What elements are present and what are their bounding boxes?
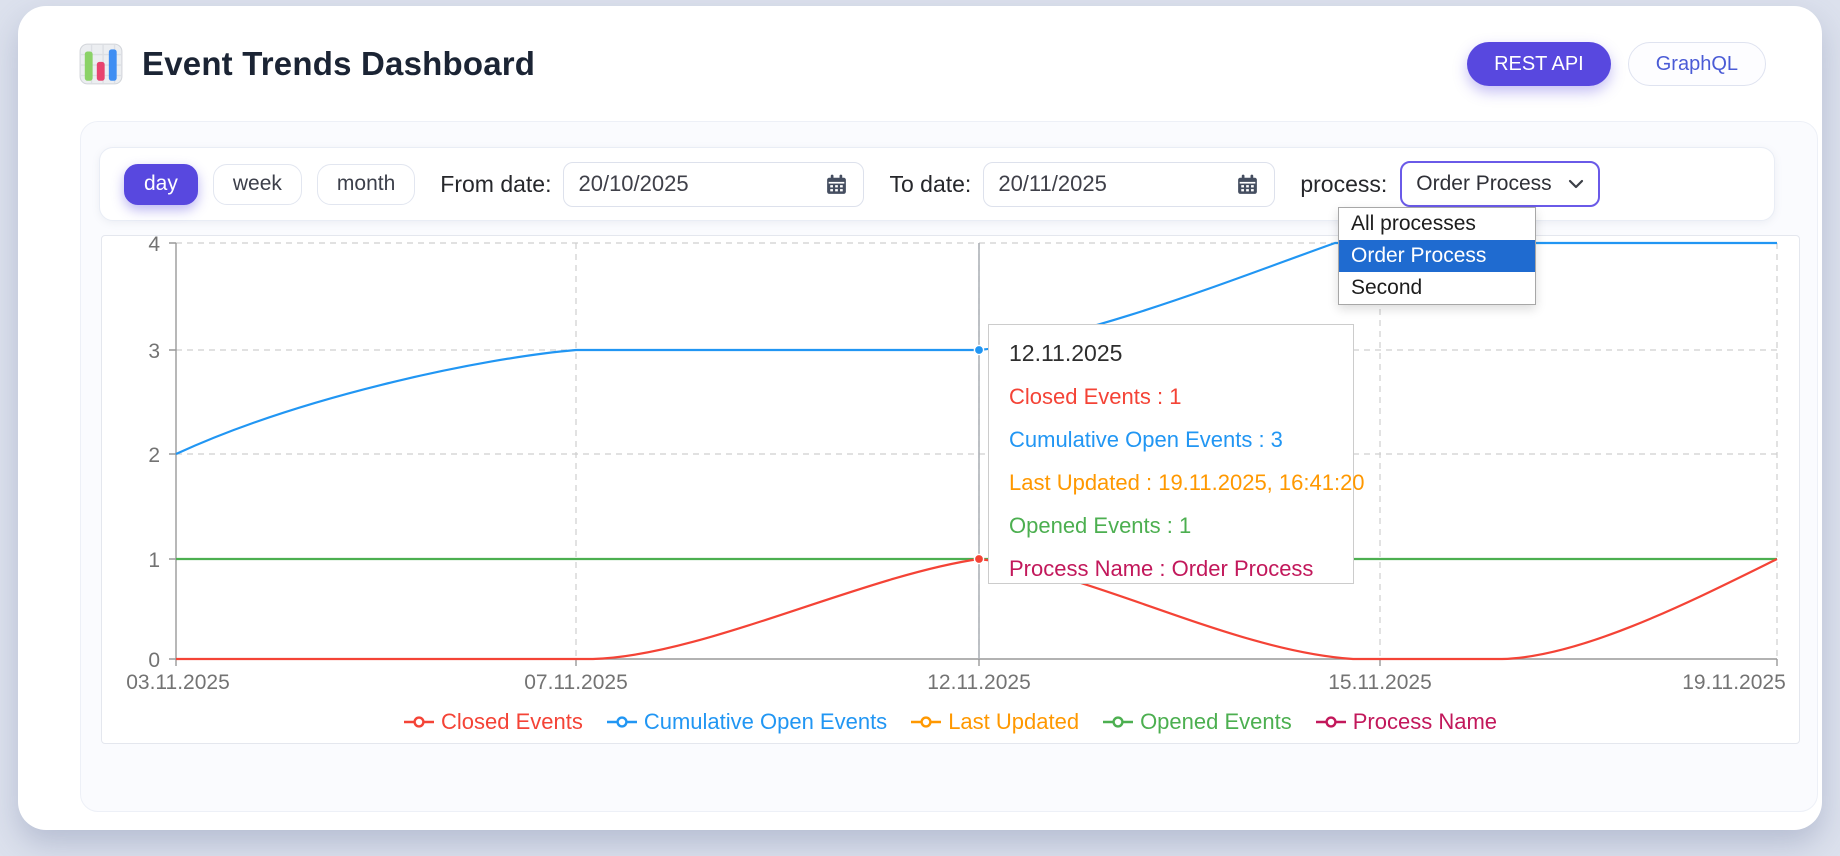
legend-item-cumulative-open-events[interactable]: Cumulative Open Events	[607, 709, 887, 735]
page-title: Event Trends Dashboard	[142, 45, 535, 83]
legend-label: Last Updated	[948, 709, 1079, 735]
legend-item-closed-events[interactable]: Closed Events	[404, 709, 583, 735]
header: Event Trends Dashboard REST API GraphQL	[78, 38, 1766, 90]
graphql-button[interactable]: GraphQL	[1628, 42, 1766, 86]
line-marker-icon	[1103, 716, 1133, 728]
to-date-value: 20/11/2025	[998, 171, 1223, 197]
legend-item-process-name[interactable]: Process Name	[1316, 709, 1497, 735]
closed-events-line	[176, 559, 1777, 659]
chart-panel: 4 3 2 1 0 03.11.2025 07.11.2025 12.11.20…	[101, 235, 1800, 744]
process-option-order-process[interactable]: Order Process	[1339, 240, 1535, 272]
legend-label: Closed Events	[441, 709, 583, 735]
grid-lines	[176, 243, 1777, 659]
legend-label: Cumulative Open Events	[644, 709, 887, 735]
svg-text:3: 3	[148, 340, 160, 363]
dashboard-container: day week month From date: 20/10/2025 To …	[80, 121, 1818, 812]
chart-tooltip: 12.11.2025 Closed Events : 1 Cumulative …	[988, 324, 1354, 584]
tooltip-row-last-updated: Last Updated : 19.11.2025, 16:41:20	[1009, 470, 1333, 496]
process-select-value: Order Process	[1416, 172, 1568, 196]
from-date-input[interactable]: 20/10/2025	[563, 162, 864, 207]
chart-legend: Closed Events Cumulative Open Events Las…	[102, 709, 1799, 735]
svg-text:19.11.2025: 19.11.2025	[1682, 671, 1786, 694]
granularity-month-button[interactable]: month	[317, 164, 415, 205]
line-marker-icon	[404, 716, 434, 728]
rest-api-button[interactable]: REST API	[1467, 42, 1611, 86]
granularity-day-button[interactable]: day	[124, 164, 198, 205]
svg-text:07.11.2025: 07.11.2025	[524, 671, 628, 694]
legend-item-last-updated[interactable]: Last Updated	[911, 709, 1079, 735]
svg-text:15.11.2025: 15.11.2025	[1328, 671, 1432, 694]
process-label: process:	[1300, 171, 1387, 198]
to-date-input[interactable]: 20/11/2025	[983, 162, 1275, 207]
chevron-down-icon	[1568, 179, 1584, 189]
svg-text:12.11.2025: 12.11.2025	[927, 671, 1031, 694]
process-option-second[interactable]: Second	[1339, 272, 1535, 304]
x-axis-labels: 03.11.2025 07.11.2025 12.11.2025 15.11.2…	[126, 671, 1786, 694]
tooltip-date: 12.11.2025	[1009, 340, 1333, 367]
dashboard-card: Event Trends Dashboard REST API GraphQL …	[18, 6, 1822, 830]
tooltip-row-closed-events: Closed Events : 1	[1009, 384, 1333, 410]
from-date-label: From date:	[440, 171, 551, 198]
svg-text:03.11.2025: 03.11.2025	[126, 671, 230, 694]
calendar-icon[interactable]	[824, 172, 849, 197]
bar-chart-icon	[78, 41, 124, 87]
tooltip-row-opened-events: Opened Events : 1	[1009, 513, 1333, 539]
line-marker-icon	[1316, 716, 1346, 728]
line-marker-icon	[911, 716, 941, 728]
svg-text:2: 2	[148, 444, 160, 467]
svg-text:1: 1	[148, 549, 160, 572]
svg-text:0: 0	[148, 649, 160, 672]
calendar-icon[interactable]	[1235, 172, 1260, 197]
tooltip-row-cumulative-open-events: Cumulative Open Events : 3	[1009, 427, 1333, 453]
line-marker-icon	[607, 716, 637, 728]
line-chart[interactable]: 4 3 2 1 0 03.11.2025 07.11.2025 12.11.20…	[102, 236, 1801, 745]
legend-label: Opened Events	[1140, 709, 1292, 735]
legend-label: Process Name	[1353, 709, 1497, 735]
to-date-label: To date:	[889, 171, 971, 198]
red-point-marker	[974, 554, 983, 563]
from-date-value: 20/10/2025	[578, 171, 812, 197]
process-select[interactable]: Order Process	[1400, 161, 1600, 207]
tooltip-row-process-name: Process Name : Order Process	[1009, 556, 1333, 582]
process-dropdown-menu: All processes Order Process Second	[1338, 207, 1536, 305]
process-option-all-processes[interactable]: All processes	[1339, 208, 1535, 240]
y-axis-labels: 4 3 2 1 0	[148, 236, 160, 672]
blue-point-marker	[974, 345, 983, 354]
svg-text:4: 4	[148, 236, 160, 256]
legend-item-opened-events[interactable]: Opened Events	[1103, 709, 1292, 735]
granularity-week-button[interactable]: week	[213, 164, 302, 205]
